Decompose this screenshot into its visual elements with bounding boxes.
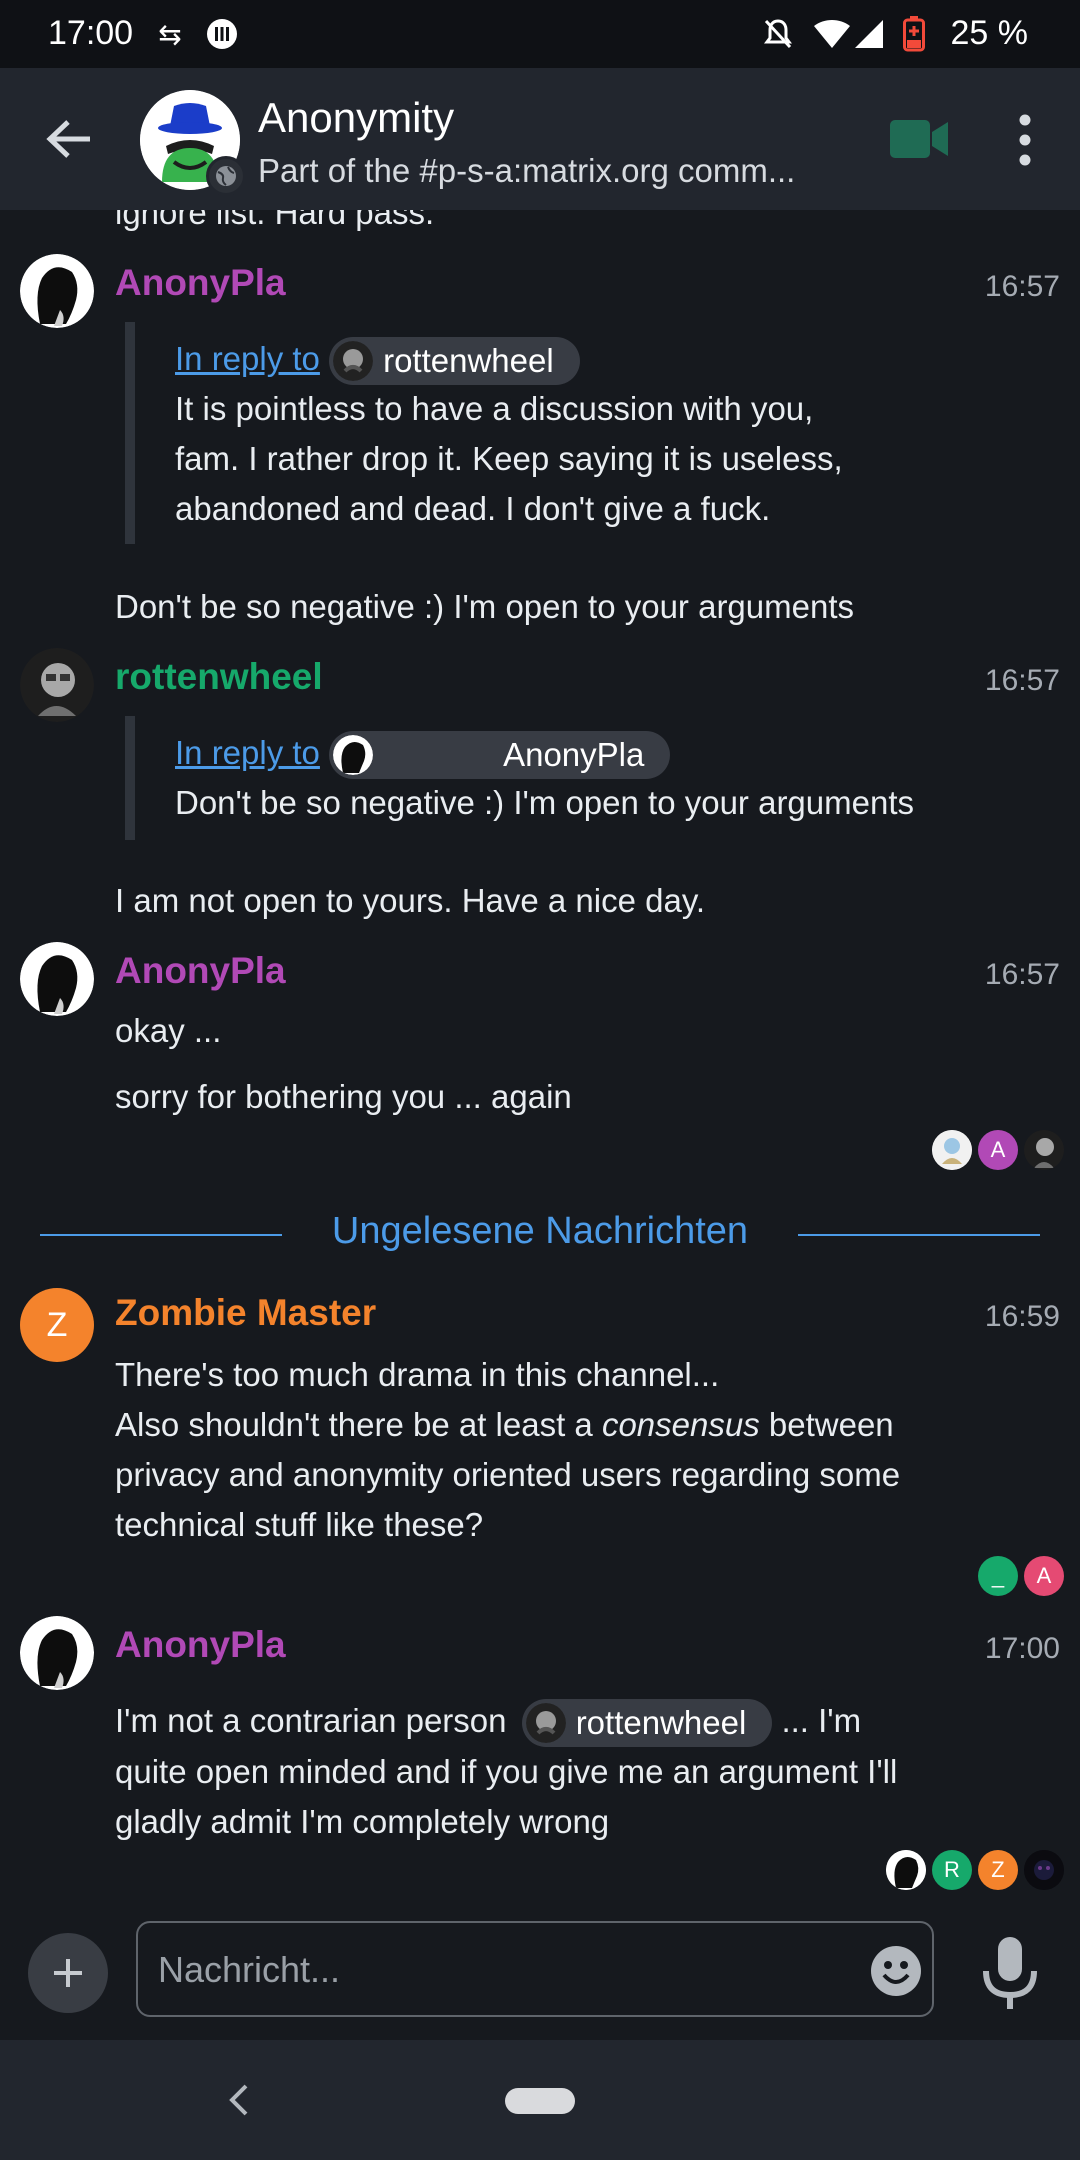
read-receipt-avatar <box>932 1130 972 1170</box>
divider-line <box>798 1234 1040 1236</box>
chevron-left-icon <box>229 2084 248 2116</box>
voice-message-button[interactable] <box>978 1935 1042 2011</box>
read-receipts[interactable]: R Z <box>886 1850 1064 1890</box>
user-avatar-icon <box>20 942 94 1016</box>
unread-divider: Ungelesene Nachrichten <box>40 1210 1040 1260</box>
user-avatar-icon <box>20 1616 94 1690</box>
status-time: 17:00 <box>48 14 134 52</box>
read-receipts[interactable]: A <box>932 1130 1064 1170</box>
read-receipt-avatar <box>1024 1130 1064 1170</box>
globe-icon <box>216 166 236 186</box>
room-title[interactable]: Anonymity <box>258 94 454 142</box>
status-bar: 17:00 ⇆ 25 % <box>0 0 1080 68</box>
user-pill-avatar <box>333 341 374 382</box>
unread-label: Ungelesene Nachrichten <box>331 1210 749 1252</box>
sender-name[interactable]: AnonyPla <box>115 950 286 992</box>
message-body: okay ... <box>115 1012 222 1049</box>
read-receipt-avatar: A <box>1024 1556 1064 1596</box>
message-time: 17:00 <box>984 1632 1060 1665</box>
message-time: 16:57 <box>984 270 1060 303</box>
room-header: Anonymity Part of the #p-s-a:matrix.org … <box>0 68 1080 210</box>
read-receipt-avatar: R <box>932 1850 972 1890</box>
message-time: 16:57 <box>984 664 1060 697</box>
emoji-button[interactable] <box>870 1945 922 1997</box>
user-pill[interactable]: AnonyPla <box>329 731 671 780</box>
reply-quote-text: It is pointless to have a discussion wit… <box>175 390 843 527</box>
reply-header[interactable]: In reply to rottenwheel <box>175 334 580 386</box>
battery-icon <box>902 16 926 52</box>
room-public-badge <box>206 156 246 196</box>
message-body: There's too much drama in this channel..… <box>115 1356 901 1543</box>
read-receipt-avatar: _ <box>978 1556 1018 1596</box>
signal-app-icon <box>204 16 240 52</box>
microphone-icon <box>983 1937 1037 2009</box>
message-input-placeholder: Nachricht... <box>158 1949 341 1990</box>
emphasis-text: consensus <box>601 1406 760 1443</box>
reply-header[interactable]: In reply to AnonyPla <box>175 728 671 780</box>
reply-quote-bar <box>125 322 135 544</box>
home-pill[interactable] <box>505 2088 575 2114</box>
user-avatar-icon <box>20 648 94 722</box>
read-receipt-avatar <box>886 1850 926 1890</box>
user-avatar-icon <box>20 254 94 328</box>
avatar[interactable] <box>20 1616 94 1690</box>
user-pill[interactable]: rottenwheel <box>329 337 580 386</box>
video-call-button[interactable] <box>890 118 950 160</box>
wifi-icon <box>812 16 852 52</box>
sender-name[interactable]: AnonyPla <box>115 1624 286 1666</box>
avatar[interactable] <box>20 648 94 722</box>
message-body: Don't be so negative :) I'm open to your… <box>115 588 855 625</box>
data-sync-icon: ⇆ <box>158 18 182 50</box>
sender-name[interactable]: AnonyPla <box>115 262 286 304</box>
message-body: sorry for bothering you ... again <box>115 1078 572 1115</box>
avatar[interactable] <box>20 942 94 1016</box>
partial-message: ignore list. Hard pass. <box>115 210 435 231</box>
room-topic[interactable]: Part of the #p-s-a:matrix.org comm... <box>258 152 838 190</box>
add-icon <box>54 1959 82 1987</box>
message-body: I'm not a contrarian person rottenwheel … <box>115 1696 897 1847</box>
cell-signal-icon <box>852 16 888 52</box>
user-mention-pill[interactable]: rottenwheel <box>521 1699 773 1748</box>
emoji-icon <box>871 1946 921 1996</box>
system-nav-bar <box>0 2040 1080 2160</box>
sender-name[interactable]: rottenwheel <box>115 656 323 698</box>
battery-percent: 25 % <box>950 14 1029 52</box>
user-pill-avatar <box>525 1703 566 1744</box>
message-timeline[interactable]: ignore list. Hard pass. AnonyPla 16:57 I… <box>0 210 1080 1915</box>
bell-off-icon <box>758 16 798 52</box>
more-options-button[interactable] <box>1006 112 1044 168</box>
read-receipt-avatar: Z <box>978 1850 1018 1890</box>
system-back-button[interactable] <box>220 2078 260 2122</box>
read-receipt-avatar <box>1024 1850 1064 1890</box>
avatar[interactable] <box>20 254 94 328</box>
back-button[interactable] <box>40 114 100 164</box>
message-time: 16:57 <box>984 958 1060 991</box>
message-input[interactable]: Nachricht... <box>136 1921 934 2017</box>
sender-name[interactable]: Zombie Master <box>115 1292 376 1334</box>
message-time: 16:59 <box>984 1300 1060 1333</box>
video-call-icon <box>890 120 948 158</box>
user-pill-avatar <box>333 735 374 776</box>
back-arrow-icon <box>46 120 90 158</box>
avatar[interactable]: Z <box>20 1288 94 1362</box>
read-receipts[interactable]: _ A <box>978 1556 1064 1596</box>
more-vert-icon <box>1019 114 1031 166</box>
read-receipt-avatar: A <box>978 1130 1018 1170</box>
reply-quote-bar <box>125 716 135 840</box>
in-reply-to-link[interactable]: In reply to <box>175 340 320 377</box>
reply-quote-text: Don't be so negative :) I'm open to your… <box>175 784 915 821</box>
message-body: I am not open to yours. Have a nice day. <box>115 882 706 919</box>
in-reply-to-link[interactable]: In reply to <box>175 734 320 771</box>
add-attachment-button[interactable] <box>28 1933 108 2013</box>
